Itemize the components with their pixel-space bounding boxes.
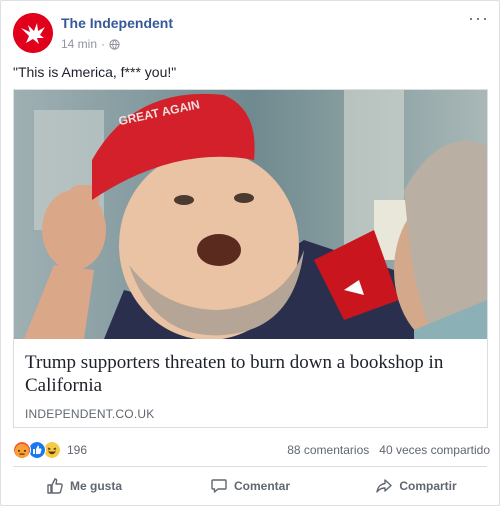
link-preview-image[interactable]: GREAT AGAIN <box>14 90 487 339</box>
comment-count-link[interactable]: 88 comentarios <box>287 443 369 457</box>
post-status-text: "This is America, f*** you!" <box>13 64 177 80</box>
share-count-link[interactable]: 40 veces compartido <box>379 443 490 457</box>
share-arrow-icon <box>376 479 393 493</box>
comment-button[interactable]: Comentar <box>167 467 333 505</box>
like-button[interactable]: Me gusta <box>1 467 167 505</box>
page-avatar[interactable] <box>13 13 53 53</box>
share-button[interactable]: Compartir <box>333 467 499 505</box>
share-label: Compartir <box>399 479 457 493</box>
angry-icon <box>13 441 31 459</box>
link-preview-text[interactable]: Trump supporters threaten to burn down a… <box>14 339 487 427</box>
post-timestamp[interactable]: 14 min <box>61 37 97 51</box>
post-actions-bar: Me gusta Comentar Compartir <box>1 467 499 505</box>
more-options-button[interactable]: ··· <box>468 9 489 27</box>
comment-label: Comentar <box>233 479 290 493</box>
thumbs-up-icon <box>47 478 63 494</box>
like-label: Me gusta <box>69 479 122 493</box>
link-headline[interactable]: Trump supporters threaten to burn down a… <box>25 351 475 397</box>
post-meta: 14 min · <box>61 37 120 51</box>
globe-icon[interactable] <box>109 38 120 50</box>
link-preview-card[interactable]: GREAT AGAIN Trump supporters threaten to… <box>13 89 488 428</box>
independent-eagle-logo <box>13 13 53 53</box>
feed-post: The Independent 14 min · ··· "This is Am… <box>0 0 500 506</box>
reaction-count[interactable]: 196 <box>67 443 87 457</box>
page-name-link[interactable]: The Independent <box>61 15 173 31</box>
comment-icon <box>211 479 227 493</box>
engagement-counts: 88 comentarios 40 veces compartido <box>287 443 490 457</box>
reaction-summary[interactable]: 196 <box>13 441 87 459</box>
video-still-illustration: GREAT AGAIN <box>14 90 487 339</box>
meta-separator: · <box>101 37 106 51</box>
link-domain: INDEPENDENT.CO.UK <box>25 407 155 421</box>
